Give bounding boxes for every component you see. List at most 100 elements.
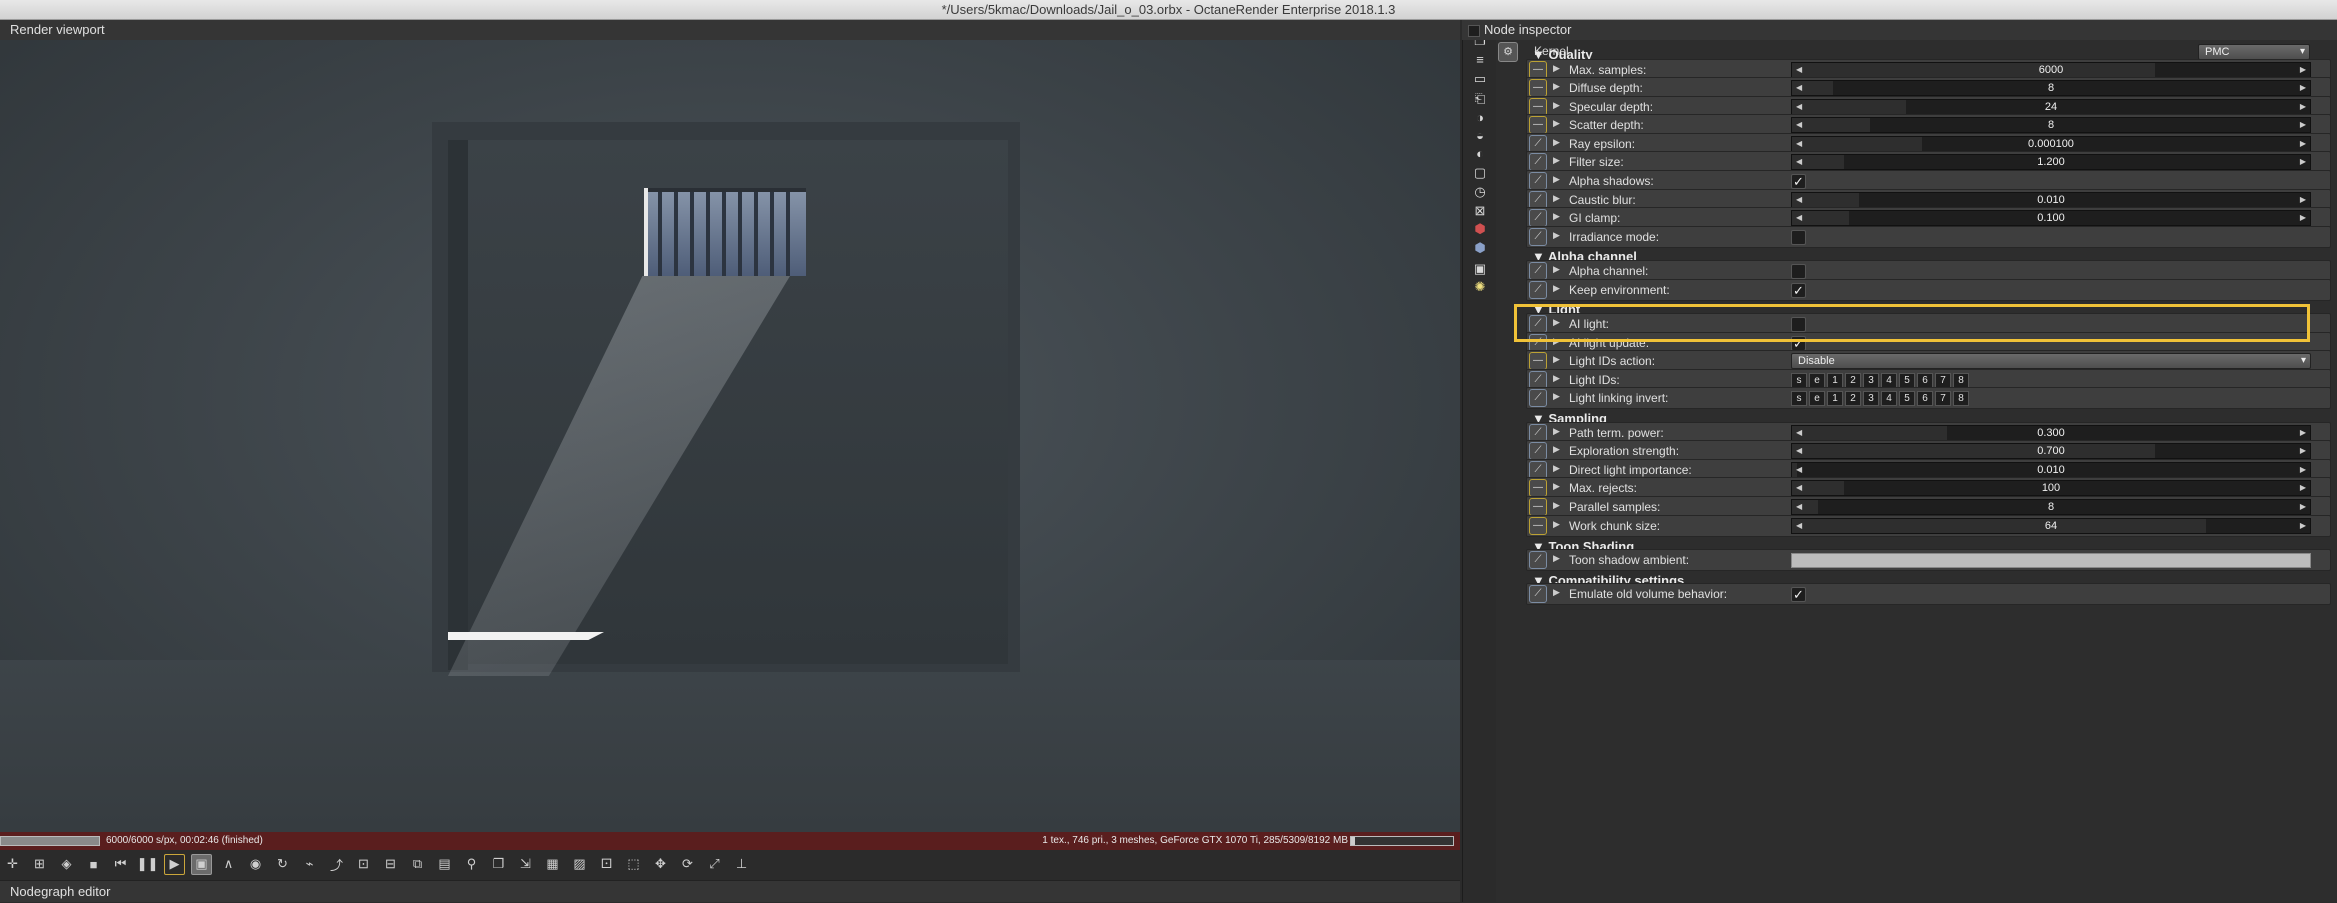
material-node-icon[interactable]: ⬢ xyxy=(1471,220,1489,238)
light-id-toggle[interactable]: 3 xyxy=(1863,391,1879,406)
increment-arrow-icon[interactable]: ▶ xyxy=(2300,211,2306,225)
decrement-arrow-icon[interactable]: ◀ xyxy=(1796,193,1802,207)
light-id-toggle[interactable]: 8 xyxy=(1953,391,1969,406)
increment-arrow-icon[interactable]: ▶ xyxy=(2300,481,2306,495)
expand-arrow-icon[interactable]: ▶ xyxy=(1553,193,1560,204)
image-node-icon[interactable]: ▭ xyxy=(1471,70,1489,88)
caustic-blur-slider[interactable]: 0.010 ◀ ▶ xyxy=(1791,192,2311,208)
pin-toggle-icon[interactable]: ⟋ xyxy=(1529,281,1547,299)
toon-shadow-ambient-color-swatch[interactable] xyxy=(1791,553,2311,568)
work-chunk-size-slider[interactable]: 64 ◀ ▶ xyxy=(1791,518,2311,534)
kernel-node-icon[interactable]: ⚙ xyxy=(1498,42,1518,62)
expand-arrow-icon[interactable]: ▶ xyxy=(1553,553,1560,564)
focus-picker-icon[interactable]: ↻ xyxy=(272,854,293,875)
pin-toggle-icon[interactable]: ⟋ xyxy=(1529,442,1547,460)
geometry-node-icon[interactable]: ⬢ xyxy=(1471,239,1489,257)
decrement-arrow-icon[interactable]: ◀ xyxy=(1796,155,1802,169)
grid-icon[interactable]: ⊞ xyxy=(29,854,50,875)
parallel-samples-slider[interactable]: 8 ◀ ▶ xyxy=(1791,499,2311,515)
specular-depth-slider[interactable]: 24 ◀ ▶ xyxy=(1791,99,2311,115)
decrement-arrow-icon[interactable]: ◀ xyxy=(1796,444,1802,458)
expand-arrow-icon[interactable]: ▶ xyxy=(1553,426,1560,437)
axis-icon[interactable]: ⊥ xyxy=(731,854,752,875)
keep-environment-checkbox[interactable]: ✓ xyxy=(1791,283,1806,298)
pin-toggle-icon[interactable]: — xyxy=(1529,479,1547,497)
copy-icon[interactable]: ❐ xyxy=(488,854,509,875)
decrement-arrow-icon[interactable]: ◀ xyxy=(1796,481,1802,495)
pin-toggle-icon[interactable]: ⟋ xyxy=(1529,153,1547,171)
light-id-toggle[interactable]: 1 xyxy=(1827,391,1843,406)
direct-light-importance-slider[interactable]: 0.010 ◀ ▶ xyxy=(1791,462,2311,478)
film-region-icon[interactable]: ▤ xyxy=(434,854,455,875)
decrement-arrow-icon[interactable]: ◀ xyxy=(1796,100,1802,114)
expand-arrow-icon[interactable]: ▶ xyxy=(1553,230,1560,241)
picture-icon[interactable]: ▣ xyxy=(1471,260,1489,278)
increment-arrow-icon[interactable]: ▶ xyxy=(2300,100,2306,114)
increment-arrow-icon[interactable]: ▶ xyxy=(2300,63,2306,77)
scatter-depth-slider[interactable]: 8 ◀ ▶ xyxy=(1791,117,2311,133)
expand-arrow-icon[interactable]: ▶ xyxy=(1553,174,1560,185)
light-id-toggle[interactable]: 2 xyxy=(1845,373,1861,388)
camera-target-icon[interactable]: ⊟ xyxy=(380,854,401,875)
gi-clamp-slider[interactable]: 0.100 ◀ ▶ xyxy=(1791,210,2311,226)
white-balance-icon[interactable]: ⌁ xyxy=(299,854,320,875)
light-id-toggle[interactable]: s xyxy=(1791,373,1807,388)
increment-arrow-icon[interactable]: ▶ xyxy=(2300,444,2306,458)
pin-toggle-icon[interactable]: ⟋ xyxy=(1529,209,1547,227)
decrement-arrow-icon[interactable]: ◀ xyxy=(1796,500,1802,514)
expand-arrow-icon[interactable]: ▶ xyxy=(1553,211,1560,222)
light-id-toggle[interactable]: 6 xyxy=(1917,373,1933,388)
lines-icon[interactable]: ≡ xyxy=(1471,50,1489,68)
film-settings-icon[interactable]: ⊠ xyxy=(1471,202,1489,220)
light-id-toggle[interactable]: s xyxy=(1791,391,1807,406)
alpha-channel-checkbox[interactable] xyxy=(1791,264,1806,279)
color-icon[interactable]: ◈ xyxy=(56,854,77,875)
expand-arrow-icon[interactable]: ▶ xyxy=(1553,373,1560,384)
pin-toggle-icon[interactable]: — xyxy=(1529,498,1547,516)
light-id-toggle[interactable]: 7 xyxy=(1935,391,1951,406)
max-rejects-slider[interactable]: 100 ◀ ▶ xyxy=(1791,480,2311,496)
expand-arrow-icon[interactable]: ▶ xyxy=(1553,354,1560,365)
filter-size-slider[interactable]: 1.200 ◀ ▶ xyxy=(1791,154,2311,170)
emulate-old-volume-checkbox[interactable]: ✓ xyxy=(1791,587,1806,602)
irradiance-mode-checkbox[interactable] xyxy=(1791,230,1806,245)
expand-arrow-icon[interactable]: ▶ xyxy=(1553,137,1560,148)
decrement-arrow-icon[interactable]: ◀ xyxy=(1796,137,1802,151)
clay-mode-icon[interactable]: ⚀ xyxy=(596,854,617,875)
increment-arrow-icon[interactable]: ▶ xyxy=(2300,519,2306,533)
pin-toggle-icon[interactable]: ⟋ xyxy=(1529,389,1547,407)
expand-arrow-icon[interactable]: ▶ xyxy=(1553,336,1560,347)
light-id-toggle[interactable]: 6 xyxy=(1917,391,1933,406)
camera-node-icon[interactable]: ⎗ xyxy=(1471,90,1489,108)
increment-arrow-icon[interactable]: ▶ xyxy=(2300,155,2306,169)
light-id-toggle[interactable]: 4 xyxy=(1881,373,1897,388)
af-icon[interactable]: ∧ xyxy=(218,854,239,875)
rotate-icon[interactable]: ⟳ xyxy=(677,854,698,875)
increment-arrow-icon[interactable]: ▶ xyxy=(2300,426,2306,440)
expand-arrow-icon[interactable]: ▶ xyxy=(1553,481,1560,492)
decrement-arrow-icon[interactable]: ◀ xyxy=(1796,118,1802,132)
increment-arrow-icon[interactable]: ▶ xyxy=(2300,193,2306,207)
expand-arrow-icon[interactable]: ▶ xyxy=(1553,155,1560,166)
expand-arrow-icon[interactable]: ▶ xyxy=(1553,463,1560,474)
decrement-arrow-icon[interactable]: ◀ xyxy=(1796,463,1802,477)
expand-arrow-icon[interactable]: ▶ xyxy=(1553,63,1560,74)
export-icon[interactable]: ⇲ xyxy=(515,854,536,875)
decrement-arrow-icon[interactable]: ◀ xyxy=(1796,63,1802,77)
increment-arrow-icon[interactable]: ▶ xyxy=(2300,137,2306,151)
pin-toggle-icon[interactable]: ⟋ xyxy=(1529,172,1547,190)
object-picker-icon[interactable]: ⊡ xyxy=(353,854,374,875)
ray-epsilon-slider[interactable]: 0.000100 ◀ ▶ xyxy=(1791,136,2311,152)
material-picker-icon[interactable]: ⤴ xyxy=(326,854,347,875)
imager-node-icon[interactable]: ◒ xyxy=(1471,126,1489,144)
expand-arrow-icon[interactable]: ▶ xyxy=(1553,100,1560,111)
lock-icon[interactable]: ⚲ xyxy=(461,854,482,875)
pin-toggle-icon[interactable]: — xyxy=(1529,352,1547,370)
increment-arrow-icon[interactable]: ▶ xyxy=(2300,118,2306,132)
pin-toggle-icon[interactable]: ⟋ xyxy=(1529,551,1547,569)
light-id-toggle[interactable]: e xyxy=(1809,391,1825,406)
expand-arrow-icon[interactable]: ▶ xyxy=(1553,264,1560,275)
light-node-icon[interactable]: ✺ xyxy=(1471,278,1489,296)
clock-icon[interactable]: ◷ xyxy=(1471,183,1489,201)
realtime-mode-button[interactable]: ▣ xyxy=(191,853,212,875)
